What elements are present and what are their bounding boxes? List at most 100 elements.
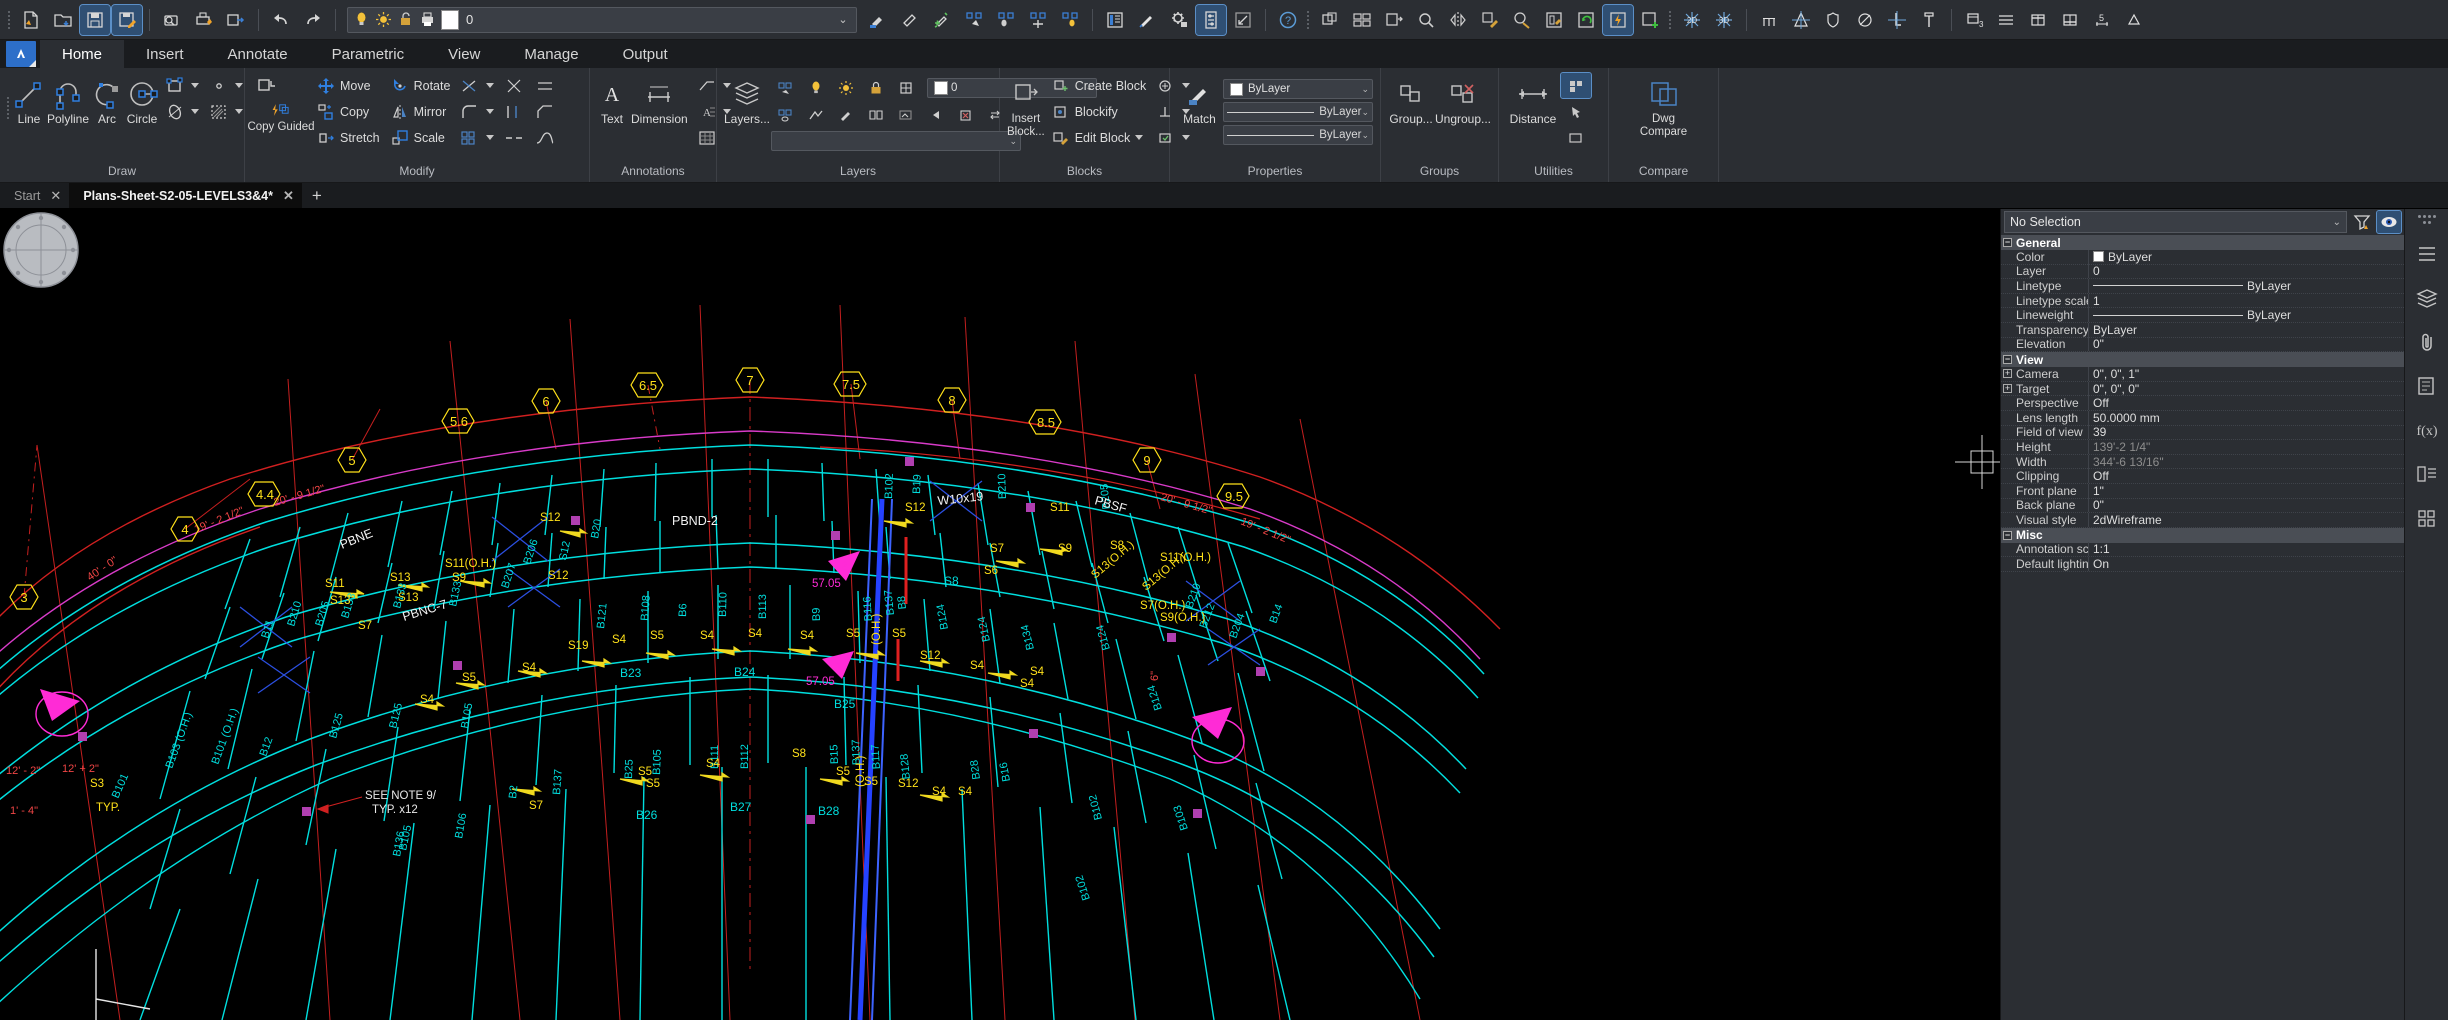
chevron-down-icon[interactable]: ⌄	[2333, 217, 2341, 228]
chevron-down-icon[interactable]	[486, 83, 494, 88]
rail-grip[interactable]	[2418, 215, 2436, 225]
save-button[interactable]	[80, 5, 110, 35]
insert-block-button[interactable]: Insert Block...	[1007, 73, 1045, 138]
selection-combo[interactable]: No Selection ⌄	[2004, 211, 2347, 233]
chevron-down-icon[interactable]	[486, 109, 494, 114]
view-cube[interactable]	[0, 209, 82, 291]
property-linetype-value[interactable]: ByLayer	[1319, 129, 1361, 141]
ribbon-tab-output[interactable]: Output	[601, 40, 690, 68]
property-row-back-plane[interactable]: Back plane 0"	[2001, 499, 2404, 514]
property-color-select[interactable]: ByLayer ⌄	[1223, 79, 1373, 99]
chevron-down-icon[interactable]: ⌄	[1361, 130, 1369, 141]
property-row-clipping[interactable]: Clipping Off	[2001, 469, 2404, 484]
circle-tool-button[interactable]: Circle	[125, 73, 159, 126]
layer-on-button[interactable]	[1055, 5, 1085, 35]
utilities-misc-button[interactable]	[1561, 125, 1591, 150]
property-row-linetype-scale[interactable]: Linetype scale 1	[2001, 294, 2404, 309]
snap-3d-button[interactable]: 3D	[1709, 5, 1739, 35]
join-tool-button[interactable]	[530, 73, 560, 98]
toolbar-overflow-grip-2[interactable]	[1667, 8, 1673, 32]
property-row-elevation[interactable]: Elevation 0"	[2001, 338, 2404, 353]
table-snap-button[interactable]	[1754, 5, 1784, 35]
layer-lockfade-button[interactable]	[891, 102, 921, 127]
scale-tool-button[interactable]: Scale	[385, 125, 455, 150]
layer-merge-button[interactable]	[1132, 5, 1162, 35]
property-row-front-plane[interactable]: Front plane 1"	[2001, 484, 2404, 499]
layer-walk-button[interactable]	[801, 102, 831, 127]
rotate-tool-button[interactable]: Rotate	[385, 73, 455, 98]
property-linetype-select[interactable]: ByLayer ⌄	[1223, 125, 1373, 145]
layer-color-swatch[interactable]	[934, 81, 948, 95]
layer-freeze-button[interactable]	[1023, 5, 1053, 35]
layer-name-value[interactable]: 0	[462, 12, 832, 27]
toolbar-drag-grip[interactable]	[6, 8, 12, 32]
save-as-button[interactable]	[112, 5, 142, 35]
zoom-block-button[interactable]	[1411, 5, 1441, 35]
chevron-down-icon[interactable]: ⌄	[1361, 84, 1369, 95]
dim-linear-button[interactable]	[1991, 5, 2021, 35]
shield-snap-button[interactable]	[1818, 5, 1848, 35]
property-value[interactable]: 1"	[2089, 484, 2404, 498]
layer-off-button[interactable]	[991, 5, 1021, 35]
ungroup-button[interactable]: Ungroup...	[1435, 73, 1491, 126]
chevron-down-icon[interactable]: ⌄	[1361, 107, 1369, 118]
lightbulb-on-icon[interactable]	[350, 9, 372, 31]
layer-tools-button[interactable]	[1196, 5, 1226, 35]
collapse-icon[interactable]: −	[2003, 531, 2012, 540]
layer-isolate-button[interactable]	[959, 5, 989, 35]
dim-5-button[interactable]: 5	[2087, 5, 2117, 35]
property-row-annotation-scale[interactable]: Annotation scale 1:1	[2001, 543, 2404, 558]
property-lineweight-select[interactable]: ByLayer ⌄	[1223, 102, 1373, 122]
circle-snap-button[interactable]	[1850, 5, 1880, 35]
layer-color-swatch[interactable]	[441, 10, 459, 30]
chevron-down-icon[interactable]	[235, 83, 243, 88]
property-value[interactable]: On	[2089, 557, 2404, 571]
ellipse-tool-button[interactable]	[160, 99, 203, 124]
erase-tool-button[interactable]	[252, 73, 310, 98]
point-tool-button[interactable]	[204, 73, 247, 98]
layer-sun-button[interactable]	[831, 75, 861, 100]
rectangle-tool-button[interactable]	[160, 73, 203, 98]
rail-sheetset-button[interactable]	[2411, 371, 2443, 401]
dwg-compare-button[interactable]: Dwg Compare	[1632, 73, 1696, 138]
ribbon-tab-parametric[interactable]: Parametric	[310, 40, 427, 68]
hammer-snap-button[interactable]	[1914, 5, 1944, 35]
property-row-color[interactable]: Color ByLayer	[2001, 250, 2404, 265]
mirror-tool-button[interactable]: Mirror	[385, 99, 455, 124]
match-properties-button[interactable]	[863, 5, 893, 35]
property-value[interactable]: 0", 0", 0"	[2089, 382, 2404, 396]
property-row-transparency[interactable]: Transparency ByLayer	[2001, 323, 2404, 338]
hatch-tool-button[interactable]	[204, 99, 247, 124]
chevron-down-icon[interactable]	[1135, 135, 1143, 140]
property-value[interactable]: 1	[2089, 294, 2404, 308]
plot-preview-button[interactable]	[157, 5, 187, 35]
create-block-button[interactable]: Create Block	[1046, 73, 1151, 98]
property-row-lens-length[interactable]: Lens length 50.0000 mm	[2001, 411, 2404, 426]
ribbon-tab-view[interactable]: View	[426, 40, 502, 68]
zoom-pencil-button[interactable]	[1507, 5, 1537, 35]
dwg-add-button[interactable]	[1635, 5, 1665, 35]
move-tool-button[interactable]: Move	[311, 73, 384, 98]
dim-table-bottom-button[interactable]	[2055, 5, 2085, 35]
quick-select-button2[interactable]	[1561, 99, 1591, 124]
property-value[interactable]: 39	[2089, 425, 2404, 439]
chevron-down-icon[interactable]	[486, 135, 494, 140]
property-row-camera[interactable]: + Camera 0", 0", 1"	[2001, 367, 2404, 382]
new-drawing-button[interactable]	[16, 5, 46, 35]
text-tool-button[interactable]: A Text	[597, 73, 627, 126]
line-tool-button[interactable]: Line	[12, 73, 46, 126]
dim-3-button[interactable]: 3	[1959, 5, 1989, 35]
property-value[interactable]: Off	[2089, 396, 2404, 410]
cone-snap-button[interactable]	[1786, 5, 1816, 35]
layer-properties-tool-button[interactable]: Layers...	[724, 73, 770, 126]
undo-button[interactable]	[266, 5, 296, 35]
property-value[interactable]: 0"	[2089, 498, 2404, 512]
trim-tool-button[interactable]	[455, 73, 498, 98]
dim-table-top-button[interactable]	[2023, 5, 2053, 35]
array-tool-button[interactable]	[455, 125, 498, 150]
plot-button[interactable]	[189, 5, 219, 35]
property-group-misc[interactable]: − Misc	[2001, 528, 2404, 543]
redo-button[interactable]	[298, 5, 328, 35]
publish-button[interactable]	[221, 5, 251, 35]
property-value[interactable]: ByLayer	[2089, 308, 2404, 322]
